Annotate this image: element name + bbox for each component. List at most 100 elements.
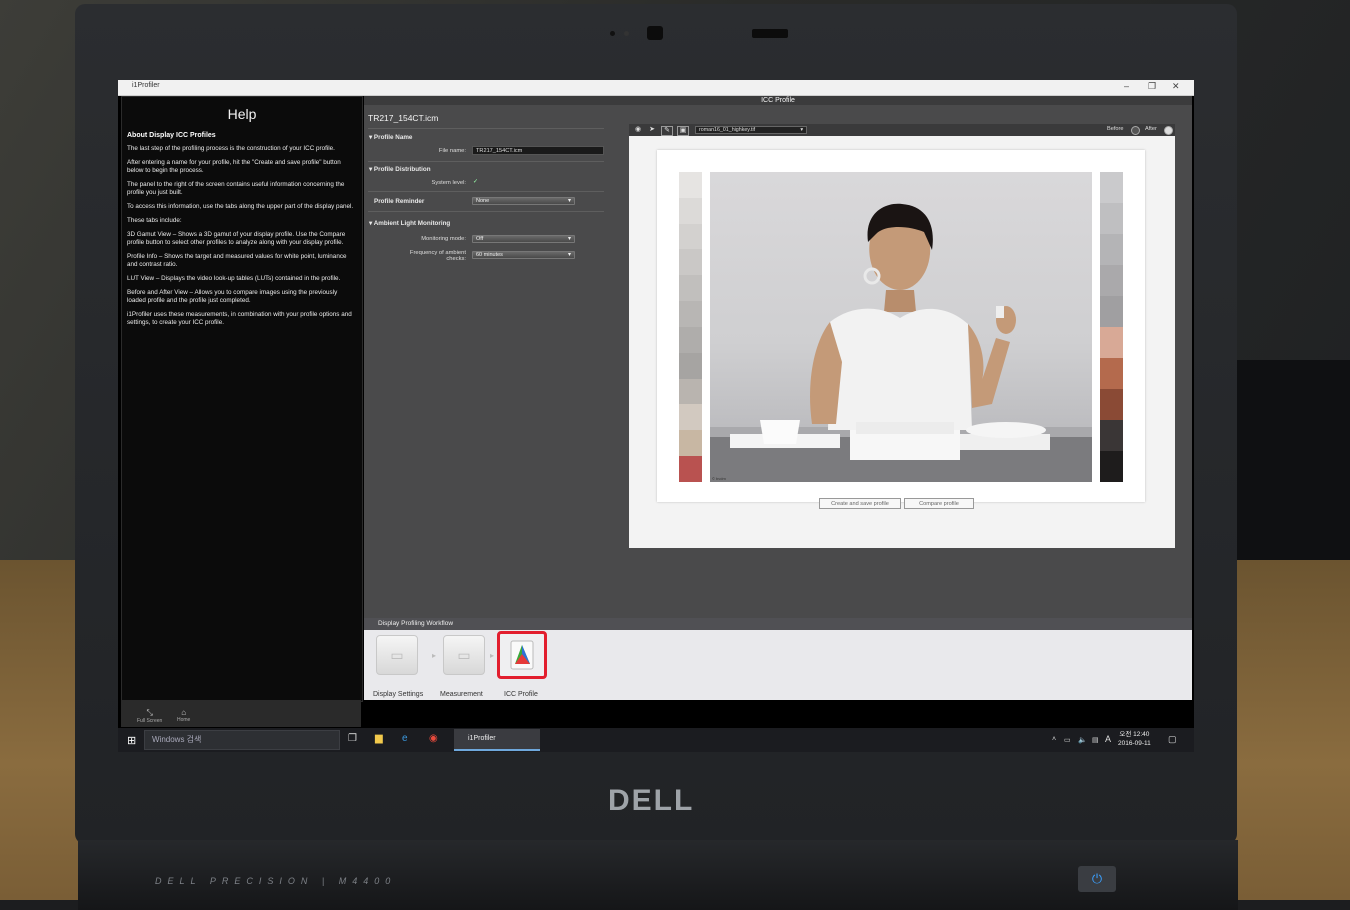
windows-taskbar: ⊞ Windows 검색 ❐ ▆ e ◉ i1Profiler ˄ ▭ 🔈 ▤ … [118, 728, 1194, 752]
task-view-icon[interactable]: ❐ [348, 733, 357, 744]
volume-icon[interactable]: 🔈 [1078, 736, 1087, 744]
step-display-settings[interactable]: ▭ [376, 635, 418, 675]
color-swatch [679, 249, 702, 276]
help-panel: Help About Display ICC Profiles The last… [121, 96, 363, 702]
color-swatch [1100, 358, 1123, 389]
help-paragraph: These tabs include: [127, 217, 182, 224]
step-label: Display Settings [373, 691, 424, 698]
preview-image-card: © bvdm [657, 150, 1145, 502]
screen: i1Profiler – ❐ ✕ Help About Display ICC … [118, 80, 1194, 752]
taskbar-search[interactable]: Windows 검색 [144, 730, 340, 750]
help-paragraph: LUT View – Displays the video look-up ta… [127, 275, 341, 282]
taskbar-clock[interactable]: 오전 12:40 2016-09-11 [1118, 730, 1151, 748]
help-title: Help [227, 106, 257, 122]
chevron-right-icon: ▸ [490, 651, 495, 660]
help-subtitle: About Display ICC Profiles [127, 132, 216, 139]
color-swatch [1100, 451, 1123, 482]
step-measurement[interactable]: ▭ [443, 635, 485, 675]
dell-logo: DELL [608, 784, 695, 817]
eye-icon[interactable]: ◉ [633, 126, 643, 134]
workflow-bar: Display Profiling Workflow ▭ ▸ ▭ ▸ Displ… [364, 618, 1192, 700]
right-color-swatches [1100, 172, 1123, 482]
main-panel: ICC Profile TR217_154CT.icm ▾ Profile Na… [364, 96, 1192, 700]
webcam [647, 26, 663, 40]
color-swatch [1100, 234, 1123, 265]
profile-filename-heading: TR217_154CT.icm [368, 113, 439, 123]
color-swatch [679, 223, 702, 250]
help-paragraph: The last step of the profiling process i… [127, 145, 335, 152]
color-swatch [679, 456, 702, 482]
after-label: After [1145, 126, 1157, 132]
section-label: Profile Distribution [373, 166, 431, 173]
after-radio[interactable] [1164, 126, 1173, 135]
ime-indicator[interactable]: A [1105, 734, 1111, 744]
compare-profile-button[interactable]: Compare profile [904, 498, 974, 509]
profile-name-section[interactable]: ▾ Profile Name [369, 134, 412, 141]
left-color-swatches [679, 172, 702, 482]
gamut-triangle-icon [510, 640, 534, 670]
image-select-dropdown[interactable]: roman16_01_highkey.tif [695, 126, 807, 134]
system-level-checkbox[interactable]: ✓ [473, 179, 479, 185]
power-button[interactable]: ⏻ [1078, 866, 1116, 892]
maximize-button[interactable]: ❐ [1148, 81, 1156, 92]
help-footer: ⤡ Full Screen ⌂ Home [121, 700, 361, 727]
monitor-icon: ▭ [390, 647, 404, 663]
profile-reminder-label: Profile Reminder [374, 198, 425, 205]
taskbar-app-i1profiler[interactable]: i1Profiler [454, 729, 540, 751]
keyboard-icon[interactable]: ▤ [1092, 736, 1099, 744]
full-screen-button[interactable]: ⤡ Full Screen [137, 708, 162, 724]
help-paragraph: Profile Info – Shows the target and meas… [127, 253, 347, 268]
monitoring-mode-dropdown[interactable]: Off [472, 235, 575, 243]
tray-chevron-icon[interactable]: ˄ [1052, 736, 1056, 743]
chevron-right-icon: ▸ [432, 651, 437, 660]
sensor-slot [752, 29, 788, 38]
color-swatch [1100, 389, 1123, 420]
photo-credit: © bvdm [712, 476, 726, 481]
notification-icon[interactable]: ▢ [1168, 734, 1177, 745]
help-paragraph: i1Profiler uses these measurements, in c… [127, 311, 352, 326]
pencil-icon[interactable]: ✎ [661, 126, 673, 136]
model-label: DELL PRECISION | M4400 [155, 876, 397, 886]
section-label: Ambient Light Monitoring [373, 220, 451, 227]
color-swatch [679, 430, 702, 457]
help-paragraph: The panel to the right of the screen con… [127, 181, 345, 196]
home-icon: ⌂ [181, 708, 187, 717]
color-swatch [1100, 203, 1123, 234]
ambient-light-section[interactable]: ▾ Ambient Light Monitoring [369, 220, 450, 227]
create-save-profile-button[interactable]: Create and save profile [819, 498, 901, 509]
profile-distribution-section[interactable]: ▾ Profile Distribution [369, 166, 431, 173]
image-icon[interactable]: ▣ [677, 126, 689, 136]
network-icon[interactable]: ▭ [1064, 736, 1071, 744]
close-button[interactable]: ✕ [1172, 81, 1180, 92]
color-swatch [679, 197, 702, 224]
before-label: Before [1107, 126, 1124, 132]
chrome-icon[interactable]: ◉ [429, 733, 438, 744]
color-swatch [679, 326, 702, 353]
window-title: i1Profiler [132, 82, 160, 89]
help-paragraph: Before and After View – Allows you to co… [127, 289, 338, 304]
minimize-button[interactable]: – [1124, 81, 1129, 91]
before-after-preview: ◉ ➤ ✎ ▣ roman16_01_highkey.tif Before Af… [629, 124, 1175, 548]
full-screen-label: Full Screen [137, 718, 163, 724]
edge-icon[interactable]: e [402, 733, 408, 744]
color-swatch [1100, 420, 1123, 451]
divider [368, 191, 604, 192]
file-explorer-icon[interactable]: ▆ [375, 733, 383, 744]
step-icc-profile[interactable] [497, 631, 547, 679]
home-label: Home [177, 717, 191, 723]
frequency-dropdown[interactable]: 60 minutes [472, 251, 575, 259]
help-paragraph: 3D Gamut View – Shows a 3D gamut of your… [127, 231, 346, 246]
home-footer-button[interactable]: ⌂ Home [177, 708, 190, 723]
pointer-icon[interactable]: ➤ [647, 126, 657, 134]
windows-start-icon[interactable]: ⊞ [127, 734, 136, 747]
workflow-title: Display Profiling Workflow [364, 618, 1192, 630]
monitoring-mode-label: Monitoring mode: [421, 236, 466, 242]
frequency-label: Frequency of ambient checks: [409, 250, 466, 262]
profile-reminder-dropdown[interactable]: None [472, 197, 575, 205]
color-swatch [679, 404, 702, 431]
before-radio[interactable] [1131, 126, 1140, 135]
file-name-input[interactable]: TR217_154CT.icm [472, 146, 604, 155]
preview-toolbar: ◉ ➤ ✎ ▣ roman16_01_highkey.tif Before Af… [629, 124, 1175, 136]
step-label: ICC Profile [504, 691, 538, 698]
divider [368, 128, 604, 129]
